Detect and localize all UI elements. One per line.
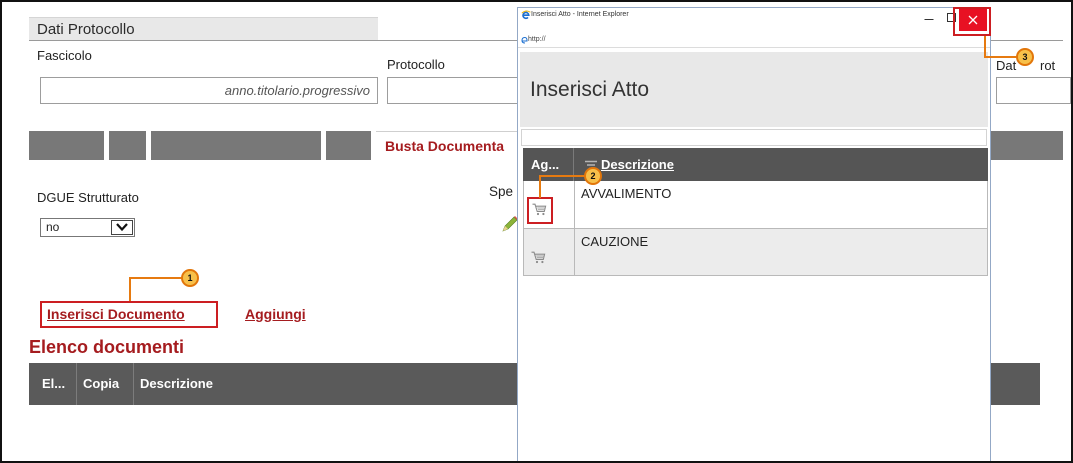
table-row: AVVALIMENTO [523, 181, 988, 229]
protocollo-field [387, 77, 527, 104]
callout-line [129, 277, 131, 301]
data-protocollo-field [996, 77, 1071, 104]
tab-3[interactable] [151, 131, 321, 160]
address-bar[interactable]: http:// [528, 35, 546, 45]
callout-2: 2 [584, 167, 602, 185]
callout-3: 3 [1016, 48, 1034, 66]
column-header-descrizione[interactable]: Descrizione [601, 148, 674, 181]
tab-4[interactable] [326, 131, 371, 160]
popup-window: Inserisci Atto - Internet Explorer http:… [517, 7, 991, 463]
cart-icon[interactable] [531, 251, 546, 264]
row-descrizione: AVVALIMENTO [581, 186, 672, 201]
callout-line [539, 175, 541, 198]
fascicolo-hint: anno.titolario.progressivo [224, 83, 370, 98]
column-divider [133, 363, 134, 405]
highlight-close-button [953, 7, 991, 36]
popup-header: Inserisci Atto [520, 52, 988, 127]
data-protocollo-label-end: rot [1040, 58, 1056, 73]
dgue-select[interactable]: no [40, 218, 135, 237]
table-row: CAUZIONE [523, 229, 988, 276]
tab-6[interactable] [985, 131, 1063, 160]
callout-line [984, 36, 986, 58]
page-icon [521, 36, 528, 44]
data-protocollo-input[interactable] [997, 78, 1070, 103]
highlight-inserisci-documento [40, 301, 218, 328]
ie-logo-icon [521, 10, 531, 20]
screenshot: Dati Protocollo Fascicolo anno.titolario… [0, 0, 1073, 463]
callout-1: 1 [181, 269, 199, 287]
column-divider [574, 181, 575, 228]
protocollo-input[interactable] [388, 78, 526, 103]
tab-busta-documentazione[interactable]: Busta Documenta [376, 131, 526, 160]
callout-line [984, 56, 1017, 58]
callout-line [129, 277, 182, 279]
fascicolo-label: Fascicolo [37, 48, 92, 63]
chevron-down-icon [111, 220, 133, 235]
protocollo-label: Protocollo [387, 57, 445, 72]
column-header-el[interactable]: El... [42, 363, 65, 405]
callout-line [539, 175, 585, 177]
window-title: Inserisci Atto - Internet Explorer [531, 11, 629, 18]
popup-heading: Inserisci Atto [530, 78, 650, 101]
row-descrizione: CAUZIONE [581, 234, 649, 249]
column-header-copia[interactable]: Copia [83, 363, 119, 405]
highlight-cart-icon [527, 197, 553, 224]
tab-1[interactable] [29, 131, 104, 160]
list-title: Elenco documenti [29, 337, 185, 357]
fascicolo-input[interactable] [41, 78, 191, 103]
dgue-label: DGUE Strutturato [37, 190, 139, 205]
column-divider [76, 363, 77, 405]
minimize-icon[interactable] [924, 14, 934, 24]
fascicolo-field: anno.titolario.progressivo [40, 77, 378, 104]
spe-label: Spe [489, 184, 514, 199]
column-header-descrizione[interactable]: Descrizione [140, 363, 213, 405]
data-protocollo-label-start: Dat [996, 58, 1017, 73]
popup-toolbar-strip [521, 129, 987, 146]
aggiungi-link[interactable]: Aggiungi [245, 306, 306, 322]
address-divider [518, 47, 990, 48]
tab-2[interactable] [109, 131, 146, 160]
section-title: Dati Protocollo [29, 17, 378, 41]
column-divider [574, 229, 575, 275]
dgue-selected-value: no [46, 220, 60, 234]
